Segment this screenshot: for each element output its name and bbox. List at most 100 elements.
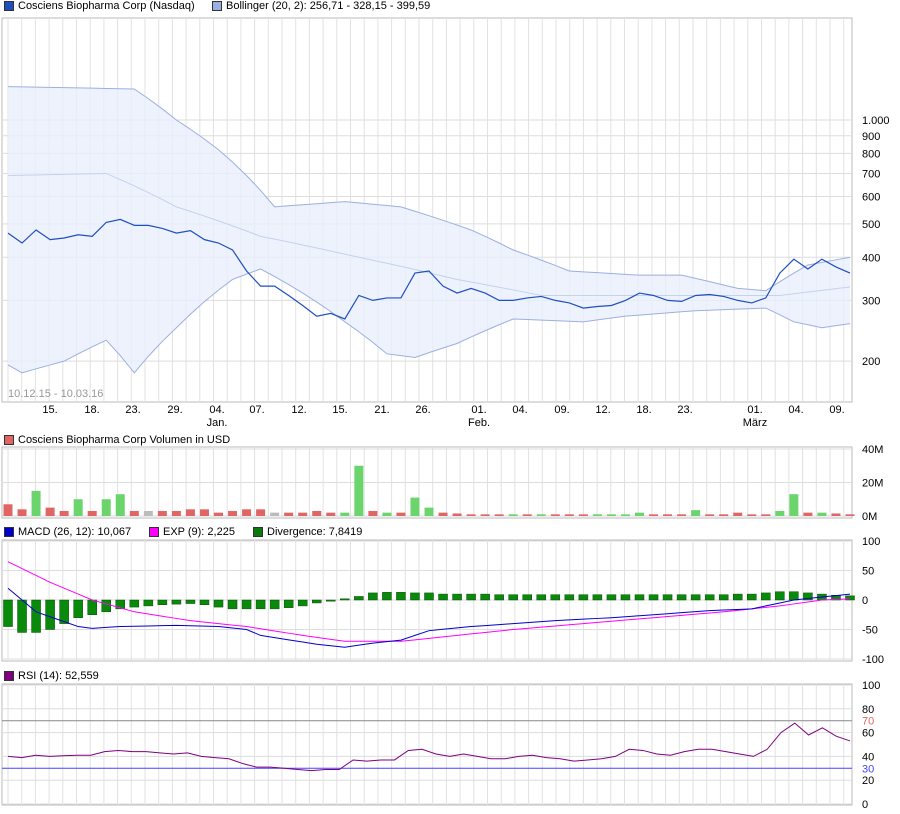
divergence-bar [410, 592, 420, 601]
rsi-ytick: 70 [862, 716, 874, 728]
divergence-bar [283, 599, 294, 608]
divergence-bar [550, 594, 561, 601]
legend-swatch [4, 435, 14, 445]
divergence-bar [311, 599, 322, 604]
volume-bar [592, 514, 602, 516]
legend-divergence: Divergence: 7,8419 [253, 526, 362, 538]
volume-bar [620, 514, 630, 516]
divergence-bar [761, 592, 771, 601]
price-ytick: 800 [862, 148, 880, 160]
x-month-label: Jan. [207, 417, 228, 429]
divergence-bar [620, 594, 631, 601]
divergence-bar [732, 593, 743, 601]
volume-bar [494, 514, 504, 516]
volume-bar [635, 512, 644, 516]
volume-bar [649, 514, 659, 516]
divergence-bar [269, 599, 280, 610]
legend-swatch [212, 1, 222, 11]
volume-bar [396, 512, 406, 516]
divergence-bar [438, 593, 448, 601]
price-ytick: 500 [862, 219, 880, 231]
volume-bar [242, 509, 252, 516]
date-range: 10.12.15 - 10.03.16 [8, 388, 103, 400]
divergence-bar [255, 599, 266, 610]
divergence-bar [676, 594, 687, 601]
divergence-bar [396, 592, 406, 601]
volume-bar [508, 514, 518, 516]
divergence-bar [213, 599, 224, 608]
volume-ytick: 20M [862, 478, 883, 490]
macd-ytick: 100 [862, 536, 880, 548]
x-tick-label: 23. [125, 404, 140, 416]
x-tick-label: 04. [788, 404, 803, 416]
volume-bar [466, 514, 476, 516]
x-tick-label: 15. [42, 404, 57, 416]
price-ytick: 400 [862, 252, 880, 264]
rsi-ytick: 0 [862, 799, 868, 811]
volume-bar [59, 510, 69, 516]
volume-bar [312, 510, 322, 516]
legend-bollinger: Bollinger (20, 2): 256,71 - 328,15 - 399… [212, 0, 430, 12]
volume-bar [761, 514, 771, 516]
volume-bar [663, 514, 673, 516]
x-month-label: März [743, 417, 767, 429]
volume-bar [803, 512, 813, 516]
rsi-ytick: 20 [862, 775, 874, 787]
rsi-ytick: 30 [862, 763, 874, 775]
volume-bar [298, 512, 308, 516]
rsi-panel-frame [1, 683, 853, 806]
divergence-bar [227, 599, 238, 610]
divergence-bar [592, 594, 603, 601]
volume-bar [115, 494, 125, 516]
divergence-bar [747, 593, 757, 601]
price-ytick: 300 [862, 295, 880, 307]
volume-bar [368, 510, 378, 516]
volume-bar [31, 490, 41, 516]
volume-bar [817, 512, 827, 516]
divergence-bar [3, 599, 13, 627]
volume-ytick: 0M [862, 511, 877, 523]
volume-bar [129, 510, 139, 516]
x-tick-label: 07. [249, 404, 264, 416]
divergence-bar [452, 593, 462, 601]
divergence-bar [31, 599, 41, 633]
price-ytick: 200 [862, 356, 880, 368]
x-tick-label: 23. [677, 404, 692, 416]
x-tick-label: 01. [471, 404, 486, 416]
x-tick-label: 26. [415, 404, 430, 416]
legend-exp-label: EXP (9): 2,225 [163, 526, 235, 538]
x-tick-label: 12. [595, 404, 610, 416]
volume-bar [340, 512, 350, 516]
divergence-bar [199, 599, 210, 605]
volume-bar [424, 507, 434, 516]
legend-price-label: Cosciens Biopharma Corp (Nasdaq) [18, 0, 195, 12]
volume-bar [452, 513, 462, 516]
volume-bar [382, 512, 392, 516]
volume-bar [284, 512, 294, 516]
volume-bar [789, 494, 799, 516]
divergence-bar [171, 599, 182, 605]
legend-exp: EXP (9): 2,225 [149, 526, 235, 538]
volume-bar [143, 510, 153, 516]
legend-macd: MACD (26, 12): 10,067 [4, 526, 131, 538]
volume-ytick: 40M [862, 444, 883, 456]
divergence-bar [662, 594, 673, 601]
volume-bar [326, 512, 336, 516]
volume-bar [691, 510, 701, 516]
divergence-bar [17, 599, 27, 633]
legend-volume-label: Cosciens Biopharma Corp Volumen in USD [18, 434, 231, 446]
x-tick-label: 29. [167, 404, 182, 416]
macd-ytick: 50 [862, 566, 874, 578]
chart-svg: 1.00090080070060050040030020015. 18. 23. 29… [1, 17, 890, 811]
divergence-bar [690, 594, 701, 601]
divergence-bar [87, 599, 97, 615]
x-tick-label: 15. [332, 404, 347, 416]
x-tick-label: 12. [291, 404, 306, 416]
x-tick-label: 01. [747, 404, 762, 416]
volume-bar [17, 509, 27, 516]
rsi-ytick: 40 [862, 751, 874, 763]
chart-container: 1.000 900 800 700 600 500 400 300 200 15. 18. 23. 29… [0, 0, 900, 814]
price-ytick: 700 [862, 168, 880, 180]
divergence-bar [634, 594, 645, 601]
divergence-bar [340, 598, 350, 601]
